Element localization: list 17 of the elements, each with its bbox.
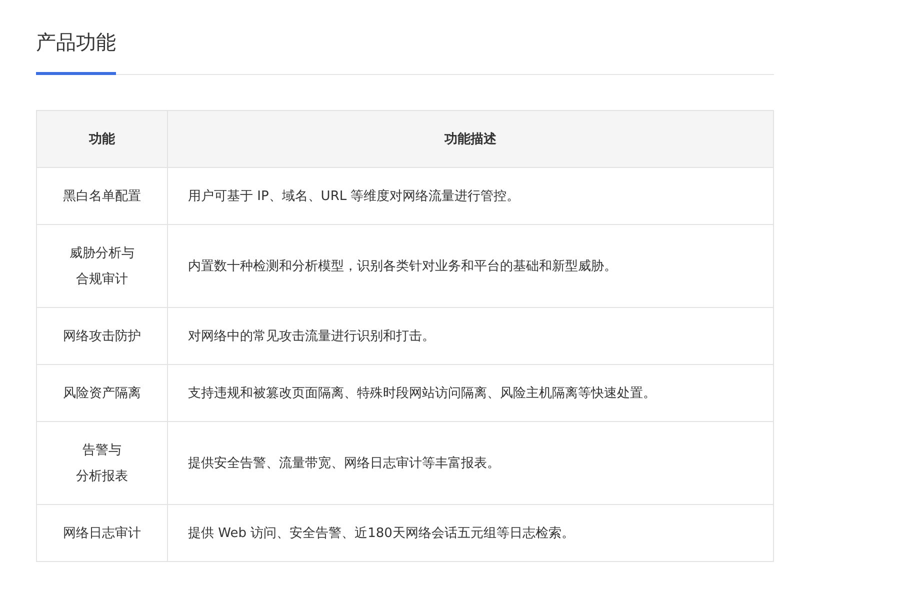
table-cell: 提供安全告警、流量带宽、网络日志审计等丰富报表。 <box>168 422 774 504</box>
feature-name-line: 网络攻击防护 <box>63 328 141 345</box>
feature-name-line: 合规审计 <box>76 271 128 288</box>
feature-name-line: 威胁分析与 <box>70 245 134 262</box>
feature-name-line: 分析报表 <box>76 468 128 485</box>
feature-name-line: 网络日志审计 <box>63 525 141 542</box>
table-cell: 提供 Web 访问、安全告警、近180天网络会话五元组等日志检索。 <box>168 504 774 562</box>
feature-name-line: 告警与 <box>82 442 122 459</box>
table-cell: 用户可基于 IP、域名、URL 等维度对网络流量进行管控。 <box>168 168 774 224</box>
feature-name-line: 风险资产隔离 <box>63 385 141 402</box>
table-cell: 对网络中的常见攻击流量进行识别和打击。 <box>168 308 774 364</box>
column-header: 功能 <box>36 110 168 168</box>
section-title: 产品功能 <box>36 29 116 56</box>
feature-name-line: 黑白名单配置 <box>63 188 141 205</box>
table-cell: 支持违规和被篡改页面隔离、特殊时段网站访问隔离、风险主机隔离等快速处置。 <box>168 364 774 422</box>
table-cell: 内置数十种检测和分析模型，识别各类针对业务和平台的基础和新型威胁。 <box>168 224 774 308</box>
column-header: 功能描述 <box>168 110 774 168</box>
